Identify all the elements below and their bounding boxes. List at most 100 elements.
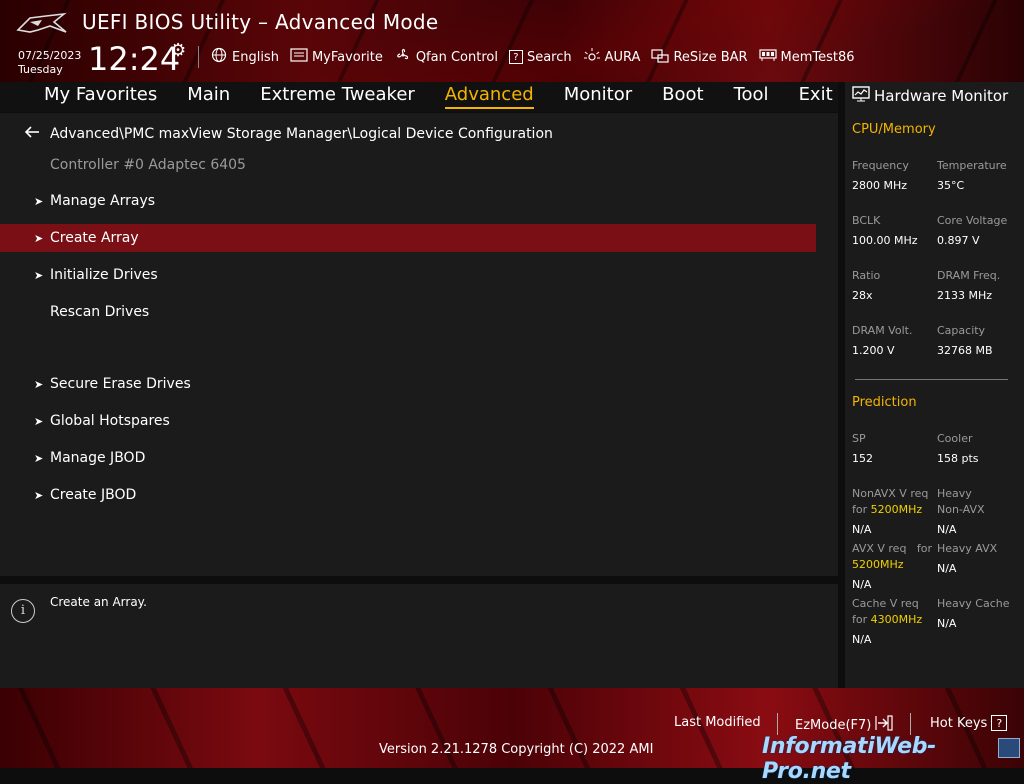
resize-bar-button[interactable]: ReSize BAR [651, 47, 748, 67]
heavy-cache-value: N/A [937, 617, 957, 630]
submenu-arrow-icon: ➤ [34, 451, 44, 465]
tab-exit[interactable]: Exit [799, 84, 833, 109]
language-button[interactable]: English [210, 47, 279, 67]
dram-volt-value: 1.200 V [852, 344, 895, 357]
submenu-arrow-icon: ➤ [34, 414, 44, 428]
resize-bar-label: ReSize BAR [673, 49, 748, 65]
menu-item-create-array[interactable]: ➤ Create Array [0, 224, 816, 252]
frequency-label: Frequency [852, 159, 909, 172]
avx-label-text: AVX V req [852, 542, 907, 555]
ratio-value: 28x [852, 289, 873, 302]
menu-item-label: Secure Erase Drives [50, 376, 191, 392]
bclk-value: 100.00 MHz [852, 234, 918, 247]
dram-freq-label: DRAM Freq. [937, 269, 1001, 282]
dram-volt-label: DRAM Volt. [852, 324, 913, 337]
myfavorite-button[interactable]: MyFavorite [290, 47, 383, 67]
controller-label: Controller #0 Adaptec 6405 [50, 157, 246, 173]
heavy-avx-label: Heavy AVX [937, 542, 998, 555]
qfan-control-label: Qfan Control [415, 49, 498, 65]
avx-label-line1: AVX V req for [852, 541, 932, 557]
version-text: Version 2.21.1278 Copyright (C) 2022 AMI [379, 742, 654, 757]
memtest-icon [758, 48, 777, 66]
cooler-label: Cooler [937, 432, 973, 445]
submenu-arrow-icon: ➤ [34, 194, 44, 208]
avx-value: N/A [852, 578, 872, 591]
header-divider [198, 46, 199, 68]
nonavx-freq: 5200MHz [870, 503, 923, 516]
info-icon: i [11, 599, 35, 623]
submenu-arrow-icon: ➤ [34, 488, 44, 502]
menu-item-manage-arrays[interactable]: ➤ Manage Arrays [0, 187, 816, 215]
hardware-monitor-title: Hardware Monitor [852, 86, 1008, 106]
menu-item-secure-erase-drives[interactable]: ➤ Secure Erase Drives [0, 370, 816, 398]
tab-boot[interactable]: Boot [662, 84, 703, 109]
ezmode-button[interactable]: EzMode(F7) [795, 715, 893, 735]
rog-logo-icon [16, 12, 67, 33]
breadcrumb: Advanced\PMC maxView Storage Manager\Log… [24, 124, 553, 143]
header-toolbar: English MyFavorite Qfan Control ? Search… [210, 47, 866, 67]
avx-for: for [916, 542, 932, 555]
tab-main[interactable]: Main [187, 84, 230, 109]
day-text: Tuesday [18, 63, 63, 76]
submenu-arrow-icon: ➤ [34, 231, 44, 245]
qfan-control-button[interactable]: Qfan Control [394, 47, 498, 67]
hot-keys-button[interactable]: Hot Keys ? [930, 715, 1008, 731]
tab-advanced[interactable]: Advanced [444, 84, 534, 109]
tab-my-favorites[interactable]: My Favorites [44, 84, 157, 109]
dram-freq-value: 2133 MHz [937, 289, 993, 302]
heavy-nonavx-value: N/A [937, 523, 957, 536]
tab-monitor[interactable]: Monitor [564, 84, 632, 109]
back-arrow-icon[interactable] [24, 124, 40, 143]
hardware-monitor-label: Hardware Monitor [874, 87, 1009, 105]
menu-item-label: Initialize Drives [50, 267, 158, 283]
menu-item-rescan-drives[interactable]: Rescan Drives [0, 298, 816, 326]
heavy-nonavx-line1: Heavy [937, 487, 972, 500]
tab-tool[interactable]: Tool [734, 84, 769, 109]
search-label: Search [526, 49, 572, 65]
capacity-label: Capacity [937, 324, 986, 337]
myfavorite-label: MyFavorite [311, 49, 383, 65]
submenu-arrow-icon: ➤ [34, 377, 44, 391]
date-display: 07/25/2023 Tuesday [18, 49, 81, 77]
submenu-arrow-icon: ➤ [34, 268, 44, 282]
resize-bar-icon [651, 47, 670, 67]
fan-icon [394, 47, 412, 67]
sp-label: SP [852, 432, 866, 445]
aura-label: AURA [604, 49, 641, 65]
menu-item-label: Manage Arrays [50, 193, 156, 209]
search-button[interactable]: ? Search [508, 47, 572, 67]
language-label: English [232, 49, 279, 65]
menu-item-label: Create Array [50, 230, 139, 246]
memtest-label: MemTest86 [780, 49, 855, 65]
heavy-nonavx-label: Heavy Non-AVX [937, 486, 985, 518]
cache-value: N/A [852, 633, 872, 646]
menu-item-initialize-drives[interactable]: ➤ Initialize Drives [0, 261, 816, 289]
menu-item-global-hotspares[interactable]: ➤ Global Hotspares [0, 407, 816, 435]
clock: 12:24 [88, 40, 181, 78]
menu-item-create-jbod[interactable]: ➤ Create JBOD [0, 481, 816, 509]
aura-button[interactable]: AURA [583, 47, 641, 67]
gear-icon[interactable]: ⚙ [170, 40, 186, 61]
last-modified-button[interactable]: Last Modified [674, 715, 761, 730]
search-help-icon: ? [508, 50, 523, 64]
nonavx-label-line1: NonAVX V req [852, 487, 929, 500]
memtest-button[interactable]: MemTest86 [758, 47, 855, 67]
avx-label: AVX V req for 5200MHz [852, 541, 932, 573]
breadcrumb-path: Advanced\PMC maxView Storage Manager\Log… [50, 125, 553, 142]
tab-extreme-tweaker[interactable]: Extreme Tweaker [260, 84, 415, 109]
core-voltage-label: Core Voltage [937, 214, 1008, 227]
last-modified-label: Last Modified [674, 715, 761, 730]
menu-item-manage-jbod[interactable]: ➤ Manage JBOD [0, 444, 816, 472]
globe-icon [210, 47, 228, 67]
heavy-avx-value: N/A [937, 562, 957, 575]
cooler-value: 158 pts [937, 452, 979, 465]
menu-item-label: Global Hotspares [50, 413, 170, 429]
menu-item-label: Manage JBOD [50, 450, 146, 466]
cpu-memory-section: CPU/Memory [852, 122, 936, 137]
bclk-label: BCLK [852, 214, 881, 227]
prediction-section: Prediction [852, 395, 917, 410]
watermark-text: InformatiWeb-Pro.net [762, 734, 936, 784]
aura-icon [583, 47, 601, 67]
ratio-label: Ratio [852, 269, 881, 282]
temperature-value: 35°C [937, 179, 965, 192]
